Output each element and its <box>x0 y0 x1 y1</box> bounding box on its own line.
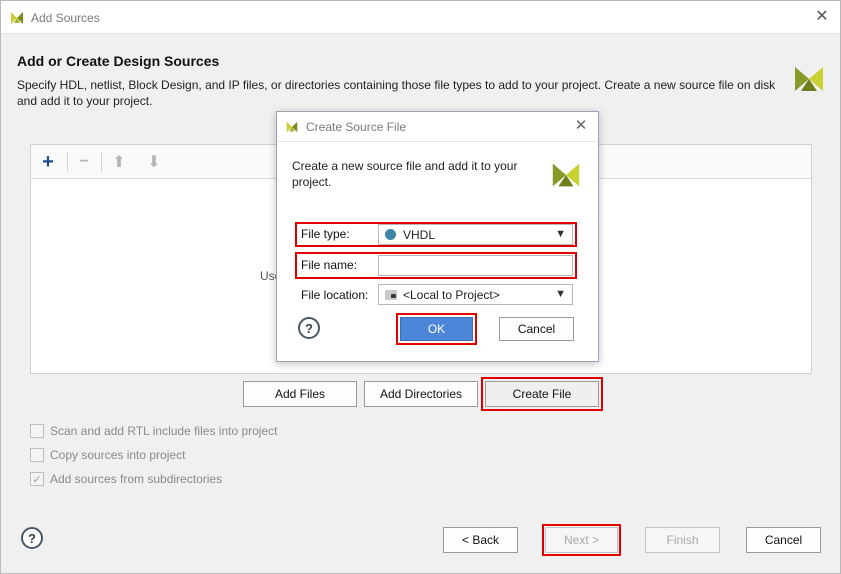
title-bar: Add Sources ✕ <box>1 1 840 34</box>
close-icon[interactable]: ✕ <box>572 117 590 135</box>
checkbox[interactable] <box>30 448 44 462</box>
file-location-select[interactable]: <Local to Project> ▼ <box>378 284 573 305</box>
file-location-label: File location: <box>301 288 369 302</box>
add-source-icon[interactable]: + <box>37 151 59 173</box>
help-icon[interactable]: ? <box>298 317 320 339</box>
vivado-logo-icon <box>552 163 580 187</box>
create-source-file-dialog: Create Source File ✕ Create a new source… <box>276 111 599 362</box>
option-subdirectories[interactable]: ✓ Add sources from subdirectories <box>30 471 222 487</box>
cancel-button[interactable]: Cancel <box>746 527 821 553</box>
checkbox[interactable] <box>30 424 44 438</box>
checkbox-checked[interactable]: ✓ <box>30 472 44 486</box>
finish-button[interactable]: Finish <box>645 527 720 553</box>
toolbar-separator <box>101 152 102 172</box>
file-type-value: VHDL <box>403 227 436 242</box>
close-icon[interactable]: ✕ <box>812 7 832 27</box>
option-scan-rtl[interactable]: Scan and add RTL include files into proj… <box>30 423 277 439</box>
back-button[interactable]: < Back <box>443 527 518 553</box>
remove-source-icon[interactable]: − <box>73 151 95 173</box>
option-label: Copy sources into project <box>50 448 186 462</box>
dialog-description: Create a new source file and add it to y… <box>292 159 518 189</box>
page-heading: Add or Create Design Sources <box>17 53 220 69</box>
add-files-button[interactable]: Add Files <box>243 381 357 407</box>
toolbar-separator <box>67 152 68 172</box>
vivado-logo-icon <box>11 12 23 24</box>
option-copy-sources[interactable]: Copy sources into project <box>30 447 185 463</box>
ok-button[interactable]: OK <box>400 317 473 341</box>
file-name-label: File name: <box>301 258 358 272</box>
page-description: Specify HDL, netlist, Block Design, and … <box>17 78 776 108</box>
vhdl-dot-icon <box>385 229 396 240</box>
move-up-icon[interactable]: ⬆ <box>108 151 130 173</box>
option-label: Add sources from subdirectories <box>50 472 223 486</box>
vivado-logo-icon <box>795 67 823 91</box>
option-label: Scan and add RTL include files into proj… <box>50 424 278 438</box>
vivado-logo-icon <box>286 121 298 133</box>
next-button[interactable]: Next > <box>545 527 618 553</box>
chevron-down-icon: ▼ <box>555 228 566 240</box>
chevron-down-icon: ▼ <box>555 288 566 300</box>
window-title: Add Sources <box>31 11 100 25</box>
add-directories-button[interactable]: Add Directories <box>364 381 478 407</box>
create-file-button[interactable]: Create File <box>485 381 599 407</box>
dialog-cancel-button[interactable]: Cancel <box>499 317 574 341</box>
file-location-value: <Local to Project> <box>403 287 500 302</box>
file-name-input[interactable] <box>378 255 573 276</box>
file-type-select[interactable]: VHDL ▼ <box>378 224 573 245</box>
help-icon[interactable]: ? <box>21 527 43 549</box>
dialog-title-bar: Create Source File ✕ <box>277 112 598 142</box>
move-down-icon[interactable]: ⬇ <box>143 151 165 173</box>
dialog-title: Create Source File <box>306 120 407 134</box>
file-type-label: File type: <box>301 227 350 241</box>
folder-icon <box>385 289 397 300</box>
